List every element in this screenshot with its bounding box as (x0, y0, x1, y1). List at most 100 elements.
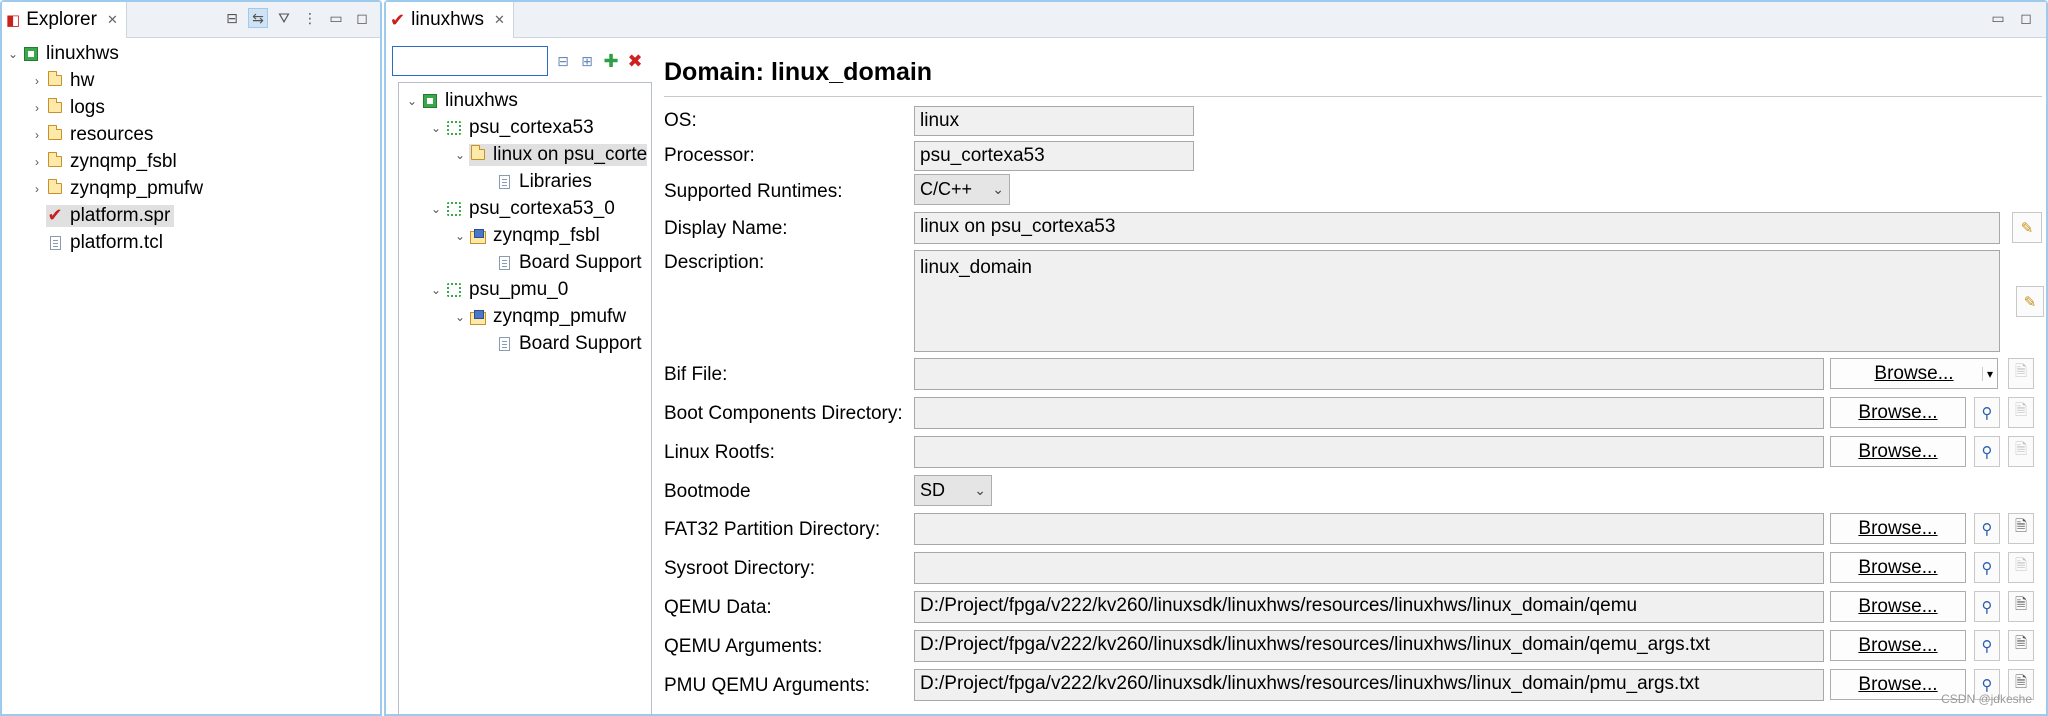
ptree-item-psu-cortexa53-0[interactable]: ⌄ psu_cortexa53_0 (399, 195, 651, 222)
chevron-down-icon[interactable]: ⌄ (427, 202, 445, 216)
qemu-args-field[interactable]: D:/Project/fpga/v222/kv260/linuxsdk/linu… (914, 630, 1824, 662)
sysroot-browse-button[interactable]: Browse... (1830, 552, 1966, 583)
rootfs-clear-button[interactable]: 🗎 (2008, 436, 2034, 467)
chevron-down-icon[interactable]: ⌄ (4, 47, 22, 61)
chevron-right-icon[interactable]: › (28, 182, 46, 196)
ptree-item-zynqmp-fsbl[interactable]: ⌄ zynqmp_fsbl (399, 222, 651, 249)
qemu-args-search-button[interactable]: ⚲ (1974, 630, 2000, 661)
domain-folder-icon (469, 145, 487, 163)
minimize-icon[interactable]: ▭ (1988, 8, 2008, 28)
edit-display-name-button[interactable]: ✎ (2012, 212, 2042, 243)
boot-dir-search-button[interactable]: ⚲ (1974, 397, 2000, 428)
add-icon[interactable]: ✚ (602, 51, 620, 71)
qemu-data-search-button[interactable]: ⚲ (1974, 591, 2000, 622)
qemu-data-browse-button[interactable]: Browse... (1830, 591, 1966, 622)
rootfs-browse-button[interactable]: Browse... (1830, 436, 1966, 467)
sysroot-clear-button[interactable]: 🗎 (2008, 552, 2034, 583)
pmu-qemu-args-field[interactable]: D:/Project/fpga/v222/kv260/linuxsdk/linu… (914, 669, 1824, 701)
sysroot-search-button[interactable]: ⚲ (1974, 552, 2000, 583)
tree-item-label: hw (70, 69, 95, 91)
clear-file-icon: 🗎 (2014, 635, 2028, 652)
delete-icon[interactable]: ✖ (626, 51, 644, 71)
chevron-right-icon[interactable]: › (28, 155, 46, 169)
ptree-item-psu-cortexa53[interactable]: ⌄ psu_cortexa53 (399, 114, 651, 141)
view-menu-icon[interactable]: ⋮ (300, 8, 320, 28)
chevron-right-icon[interactable]: › (28, 128, 46, 142)
collapse-all-icon[interactable]: ⊟ (222, 8, 242, 28)
close-icon[interactable]: ✕ (107, 12, 118, 28)
bif-browse-button[interactable]: Browse... ▾ (1830, 358, 1998, 389)
boot-dir-field[interactable] (914, 397, 1824, 429)
tree-item-zynqmp-pmufw[interactable]: › zynqmp_pmufw (2, 175, 380, 202)
filter-input[interactable] (392, 46, 548, 76)
pencil-icon: ✎ (2020, 219, 2034, 237)
tree-item-zynqmp-fsbl[interactable]: › zynqmp_fsbl (2, 148, 380, 175)
tree-item-linuxhws[interactable]: ⌄ linuxhws (2, 40, 380, 67)
edit-description-button[interactable]: ✎ (2016, 286, 2044, 317)
search-icon: ⚲ (1981, 559, 1993, 577)
chevron-down-icon[interactable]: ⌄ (451, 148, 469, 162)
qemu-data-clear-button[interactable]: 🗎 (2008, 591, 2034, 622)
tree-item-resources[interactable]: › resources (2, 121, 380, 148)
chevron-down-icon[interactable]: ⌄ (403, 94, 421, 108)
boot-dir-browse-button[interactable]: Browse... (1830, 397, 1966, 428)
boot-dir-clear-button[interactable]: 🗎 (2008, 397, 2034, 428)
ptree-item-psu-pmu-0[interactable]: ⌄ psu_pmu_0 (399, 276, 651, 303)
ptree-item-zynqmp-pmufw[interactable]: ⌄ zynqmp_pmufw (399, 303, 651, 330)
tab-explorer[interactable]: ◧ Explorer ✕ (2, 2, 127, 38)
display-name-field[interactable]: linux on psu_cortexa53 (914, 212, 2000, 244)
rootfs-field[interactable] (914, 436, 1824, 468)
chevron-right-icon[interactable]: › (28, 74, 46, 88)
qemu-args-browse-button[interactable]: Browse... (1830, 630, 1966, 661)
file-icon (495, 174, 513, 190)
bootmode-value: SD (920, 480, 946, 500)
close-icon[interactable]: ✕ (494, 12, 505, 28)
browse-label: Browse... (1858, 556, 1938, 578)
chevron-down-icon[interactable]: ⌄ (427, 121, 445, 135)
ptree-item-board-support[interactable]: Board Support (399, 249, 651, 276)
qemu-args-clear-button[interactable]: 🗎 (2008, 630, 2034, 661)
link-with-editor-icon[interactable]: ⇆ (248, 8, 268, 28)
bif-file-field[interactable] (914, 358, 1824, 390)
chevron-down-icon[interactable]: ⌄ (427, 283, 445, 297)
filter-icon[interactable]: ⛛ (274, 8, 294, 28)
tree-item-platform-spr[interactable]: ✔ platform.spr (2, 202, 380, 229)
collapse-all-icon[interactable]: ⊟ (554, 52, 572, 70)
processor-icon (445, 120, 463, 136)
bootmode-select[interactable]: SD ⌄ (914, 475, 992, 506)
ptree-item-linuxhws[interactable]: ⌄ linuxhws (399, 87, 651, 114)
explorer-view: ◧ Explorer ✕ ⊟ ⇆ ⛛ ⋮ ▭ ◻ ⌄ linuxhws › hw… (0, 0, 382, 716)
rootfs-search-button[interactable]: ⚲ (1974, 436, 2000, 467)
fat32-clear-button[interactable]: 🗎 (2008, 513, 2034, 544)
chevron-down-icon[interactable]: ⌄ (451, 310, 469, 324)
ptree-item-libraries[interactable]: Libraries (399, 168, 651, 195)
bif-clear-button[interactable]: 🗎 (2008, 358, 2034, 389)
ptree-item-linux-domain[interactable]: ⌄ linux on psu_corte (399, 141, 651, 168)
runtimes-select[interactable]: C/C++ ⌄ (914, 174, 1010, 205)
sysroot-dir-field[interactable] (914, 552, 1824, 584)
divider (664, 96, 2042, 97)
clear-file-icon: 🗎 (2014, 518, 2028, 535)
tree-item-platform-tcl[interactable]: platform.tcl (2, 229, 380, 256)
description-field[interactable]: linux_domain (914, 250, 2000, 352)
chevron-down-icon[interactable]: ⌄ (451, 229, 469, 243)
chevron-down-icon[interactable]: ▾ (1981, 366, 1993, 381)
fat32-dir-field[interactable] (914, 513, 1824, 545)
maximize-icon[interactable]: ◻ (352, 8, 372, 28)
bootmode-label: Bootmode (664, 481, 751, 502)
expand-all-icon[interactable]: ⊞ (578, 52, 596, 70)
maximize-icon[interactable]: ◻ (2016, 8, 2036, 28)
tree-item-label: resources (70, 123, 154, 145)
chevron-right-icon[interactable]: › (28, 101, 46, 115)
qemu-data-field[interactable]: D:/Project/fpga/v222/kv260/linuxsdk/linu… (914, 591, 1824, 623)
editor-toolbar: ▭ ◻ (1988, 8, 2036, 28)
fat32-browse-button[interactable]: Browse... (1830, 513, 1966, 544)
ptree-item-board-support[interactable]: Board Support (399, 330, 651, 357)
minimize-icon[interactable]: ▭ (326, 8, 346, 28)
fat32-search-button[interactable]: ⚲ (1974, 513, 2000, 544)
tree-item-label: psu_pmu_0 (469, 278, 569, 300)
tree-item-logs[interactable]: › logs (2, 94, 380, 121)
tab-linuxhws[interactable]: ✔ linuxhws ✕ (386, 2, 514, 38)
tree-item-label: linuxhws (445, 89, 518, 111)
tree-item-hw[interactable]: › hw (2, 67, 380, 94)
